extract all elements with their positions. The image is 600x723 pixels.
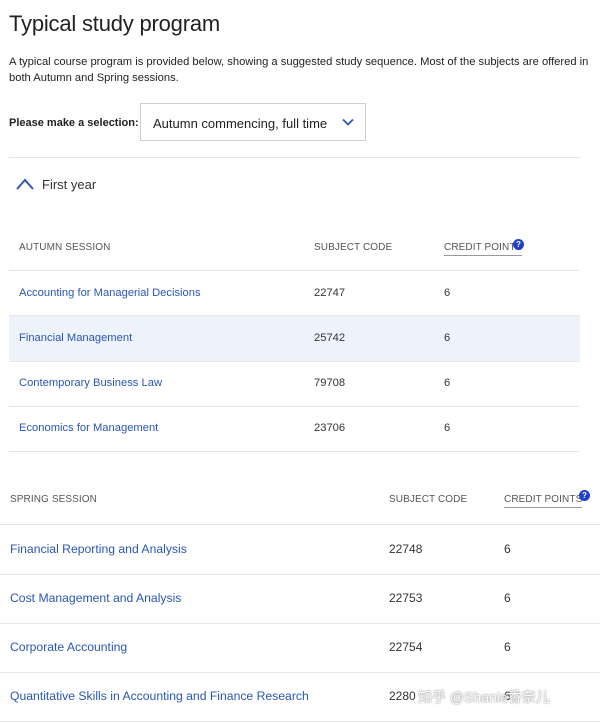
credit-points: 6 <box>444 422 451 434</box>
selection-label: Please make a selection: <box>9 117 139 129</box>
chevron-up-icon <box>16 178 34 190</box>
table-row: Contemporary Business Law 79708 6 <box>9 362 580 406</box>
autumn-code-header: SUBJECT CODE <box>314 242 393 253</box>
question-mark-icon[interactable]: ? <box>513 239 524 250</box>
subject-code: 79708 <box>314 377 346 389</box>
credit-points: 6 <box>504 591 511 605</box>
subject-link[interactable]: Contemporary Business Law <box>19 377 162 389</box>
subject-link[interactable]: Cost Management and Analysis <box>10 591 181 605</box>
subject-link[interactable]: Financial Reporting and Analysis <box>10 542 187 556</box>
table-row: Financial Management 25742 6 <box>9 316 580 361</box>
subject-link[interactable]: Corporate Accounting <box>10 640 127 654</box>
subject-code: 22753 <box>389 591 423 605</box>
table-row: Financial Reporting and Analysis 22748 6 <box>0 525 600 574</box>
subject-link[interactable]: Accounting for Managerial Decisions <box>19 287 201 299</box>
table-row: Cost Management and Analysis 22753 6 <box>0 575 600 623</box>
subject-link[interactable]: Economics for Management <box>19 422 158 434</box>
credit-points: 6 <box>444 332 451 344</box>
study-mode-select[interactable]: Autumn commencing, full time <box>140 103 366 141</box>
credit-points: 6 <box>504 640 511 654</box>
autumn-session-header: AUTUMN SESSION <box>19 242 111 253</box>
subject-code: 2280 <box>389 689 416 703</box>
credit-points: 6 <box>444 287 451 299</box>
table-row: Economics for Management 23706 6 <box>9 407 580 451</box>
spring-session-header: SPRING SESSION <box>10 494 97 505</box>
table-row: Accounting for Managerial Decisions 2274… <box>9 271 580 315</box>
first-year-toggle[interactable]: First year <box>15 174 175 196</box>
subject-code: 22747 <box>314 287 346 299</box>
subject-link[interactable]: Quantitative Skills in Accounting and Fi… <box>10 689 309 703</box>
watermark: 知乎 @Shania香奈儿 <box>418 689 550 705</box>
divider <box>9 451 580 452</box>
divider <box>0 721 600 722</box>
chevron-down-icon <box>342 118 354 126</box>
credit-points: 6 <box>504 542 511 556</box>
question-mark-icon[interactable]: ? <box>579 490 590 501</box>
select-value: Autumn commencing, full time <box>153 116 328 131</box>
credit-points: 6 <box>444 377 451 389</box>
table-row: Corporate Accounting 22754 6 <box>0 624 600 672</box>
subject-code: 22748 <box>389 542 423 556</box>
subject-code: 25742 <box>314 332 346 344</box>
year-label: First year <box>42 177 97 192</box>
spring-credit-header[interactable]: CREDIT POINTS <box>504 494 583 508</box>
page-title: Typical study program <box>9 11 220 36</box>
autumn-credit-header[interactable]: CREDIT POINTS <box>444 242 523 256</box>
divider <box>9 157 580 158</box>
intro-text: A typical course program is provided bel… <box>9 56 589 84</box>
subject-link[interactable]: Financial Management <box>19 332 132 344</box>
subject-code: 23706 <box>314 422 346 434</box>
spring-code-header: SUBJECT CODE <box>389 494 468 505</box>
subject-code: 22754 <box>389 640 423 654</box>
